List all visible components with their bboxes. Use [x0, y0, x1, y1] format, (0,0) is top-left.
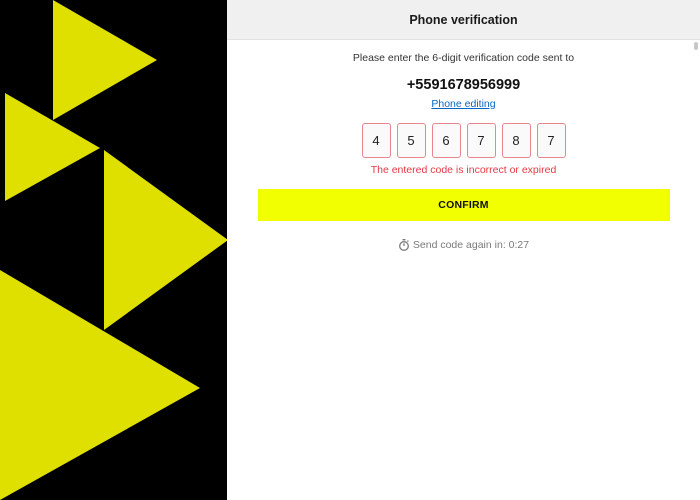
scrollbar[interactable]: [694, 42, 698, 50]
code-digit-1[interactable]: 4: [361, 123, 391, 158]
triangle-pattern: [0, 0, 227, 500]
code-digit-2[interactable]: 5: [396, 123, 426, 158]
code-digit-4[interactable]: 7: [466, 123, 496, 158]
phone-number: +5591678956999: [406, 77, 521, 93]
triangle-shape: [5, 93, 100, 201]
verification-form: Please enter the 6-digit verification co…: [227, 40, 700, 251]
code-input-group: 4 5 6 7 8 7: [361, 123, 566, 158]
instruction-text: Please enter the 6-digit verification co…: [352, 52, 575, 64]
resend-timer: Send code again in: 0:27: [398, 239, 529, 251]
triangle-shape: [0, 270, 200, 500]
phone-editing-link[interactable]: Phone editing: [431, 98, 495, 110]
triangle-shape: [104, 150, 227, 330]
resend-text: Send code again in: 0:27: [412, 239, 530, 251]
code-digit-5[interactable]: 8: [501, 123, 531, 158]
triangle-shape: [53, 0, 157, 120]
code-digit-3[interactable]: 6: [431, 123, 461, 158]
page-title: Phone verification: [409, 12, 518, 27]
dialog-header: Phone verification: [227, 0, 700, 40]
verification-panel: Phone verification Please enter the 6-di…: [227, 0, 700, 500]
stopwatch-icon: [398, 239, 410, 251]
code-digit-6[interactable]: 7: [536, 123, 566, 158]
confirm-button[interactable]: CONFIRM: [257, 189, 670, 221]
error-message: The entered code is incorrect or expired: [370, 164, 557, 176]
decorative-panel: [0, 0, 227, 500]
